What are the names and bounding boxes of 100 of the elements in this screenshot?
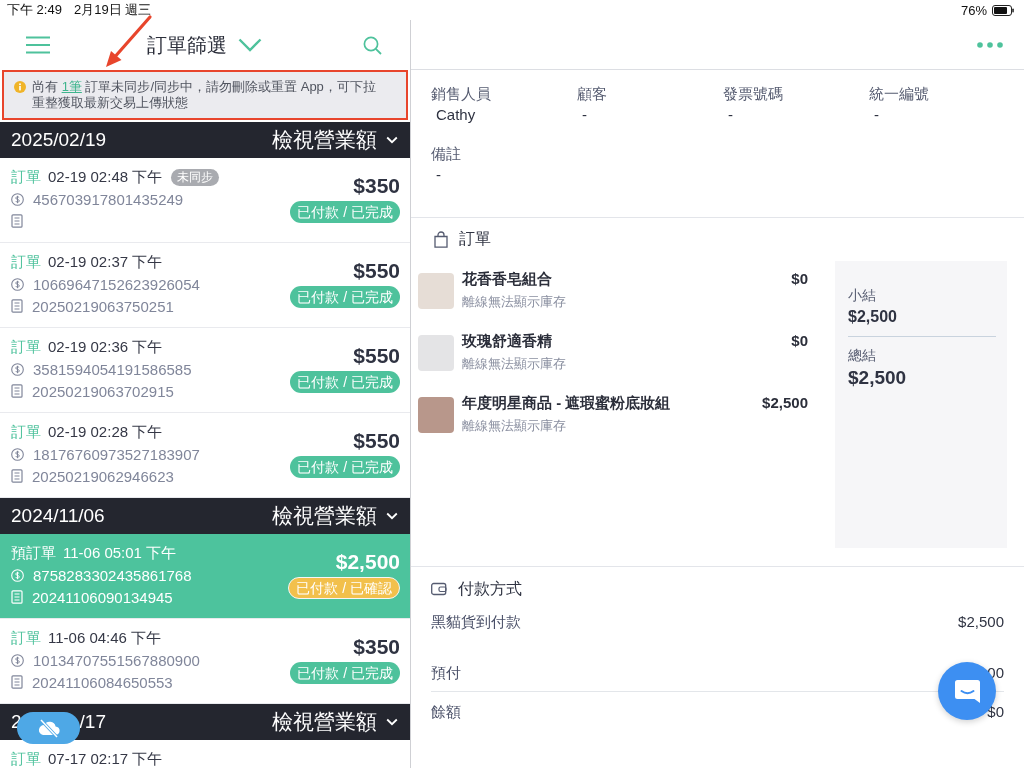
order-amount: $2,500	[335, 549, 400, 575]
invoice-number: 20250219063702915	[32, 382, 174, 400]
order-time: 02-19 02:28 下午	[48, 422, 163, 442]
order-type: 訂單	[11, 252, 41, 272]
payment-number: 18176760973527183907	[33, 445, 200, 463]
sales-summary-button[interactable]: 檢視營業額	[272, 708, 398, 736]
filter-dropdown[interactable]: 訂單篩選	[146, 31, 262, 59]
info-icon	[14, 81, 26, 93]
menu-icon[interactable]	[26, 36, 50, 54]
sales-summary-button[interactable]: 檢視營業額	[272, 502, 398, 530]
payment-label: 預付	[431, 663, 461, 683]
field-label: 發票號碼	[723, 84, 783, 104]
document-icon	[11, 214, 23, 228]
product-price: $0	[791, 331, 808, 351]
field-value: -	[873, 105, 879, 125]
payment-status-tag: 已付款 / 已完成	[290, 456, 400, 478]
payment-number: 10669647152623926054	[33, 275, 200, 293]
notice-text: 尚有 1筆 訂單未同步/同步中，請勿刪除或重置 App，可下拉重整獲取最新交易上傳狀態	[32, 79, 377, 111]
invoice-number: 20241106084650553	[32, 673, 173, 691]
section-title: 付款方式	[458, 578, 522, 599]
document-icon	[11, 590, 23, 604]
payment-number: 456703917801435249	[33, 190, 184, 208]
photo-placeholder	[418, 397, 454, 433]
wallet-icon	[431, 582, 447, 596]
chevron-down-icon	[386, 136, 398, 144]
order-time: 11-06 04:46 下午	[48, 628, 162, 648]
order-time: 02-19 02:36 下午	[48, 337, 163, 357]
field-label: 備註	[431, 144, 461, 164]
payment-status-tag: 已付款 / 已確認	[288, 577, 400, 599]
sync-status-tag: 未同步	[171, 168, 220, 186]
product-price: $2,500	[762, 393, 808, 413]
field-value: Cathy	[435, 105, 476, 125]
stock-note: 離線無法顯示庫存	[462, 355, 566, 373]
battery-icon	[992, 4, 1014, 16]
order-amount: $550	[353, 428, 400, 454]
order-type: 訂單	[11, 749, 41, 768]
battery-percent: 76%	[960, 2, 987, 18]
section-title: 訂單	[459, 228, 491, 249]
shopping-bag-icon	[434, 230, 448, 248]
order-amount: $350	[353, 173, 400, 199]
dollar-circle-icon	[11, 447, 24, 461]
dollar-circle-icon	[11, 568, 24, 582]
payment-label: 餘額	[431, 702, 461, 722]
order-time: 02-19 02:48 下午	[48, 167, 163, 187]
chat-bubble-icon	[953, 678, 981, 704]
more-icon[interactable]	[977, 41, 1003, 48]
payment-status-tag: 已付款 / 已完成	[290, 286, 400, 308]
stock-note: 離線無法顯示庫存	[462, 417, 566, 435]
payment-value: $2,500	[958, 612, 1004, 632]
payment-status-tag: 已付款 / 已完成	[290, 371, 400, 393]
order-amount: $350	[353, 634, 400, 660]
status-date: 2月19日 週三	[73, 1, 152, 19]
photo-placeholder	[418, 335, 454, 371]
chevron-down-icon	[386, 512, 398, 520]
document-icon	[11, 675, 23, 689]
stock-note: 離線無法顯示庫存	[462, 293, 566, 311]
photo-placeholder	[418, 273, 454, 309]
status-time: 下午 2:49	[7, 1, 62, 19]
order-type: 訂單	[11, 167, 41, 187]
sales-summary-button[interactable]: 檢視營業額	[272, 126, 398, 154]
dollar-circle-icon	[11, 277, 24, 291]
order-type: 訂單	[11, 337, 41, 357]
summary-value: $2,500	[848, 307, 897, 327]
chevron-down-icon	[386, 718, 398, 726]
invoice-number: 20250219062946623	[32, 467, 174, 485]
summary-label: 總結	[848, 346, 876, 365]
order-type: 訂單	[11, 628, 41, 648]
order-time: 11-06 05:01 下午	[63, 543, 177, 563]
invoice-number: 20241106090134945	[32, 588, 173, 606]
field-label: 銷售人員	[431, 84, 491, 104]
dollar-circle-icon	[11, 362, 24, 376]
document-icon	[11, 384, 23, 398]
product-name: 年度明星商品 - 遮瑕蜜粉底妝組	[462, 393, 671, 413]
document-icon	[11, 299, 23, 313]
product-price: $0	[791, 269, 808, 289]
chevron-down-icon	[237, 38, 262, 52]
payment-number: 8758283302435861768	[33, 566, 192, 584]
order-amount: $550	[353, 258, 400, 284]
search-icon[interactable]	[363, 35, 382, 55]
field-value: -	[581, 105, 587, 125]
dollar-circle-icon	[11, 192, 24, 206]
field-label: 顧客	[577, 84, 607, 104]
dollar-circle-icon	[11, 653, 24, 667]
order-time: 07-17 02:17 下午	[48, 749, 163, 768]
payment-status-tag: 已付款 / 已完成	[290, 201, 400, 223]
payment-number: 3581594054191586585	[33, 360, 192, 378]
product-name: 花香香皂組合	[462, 269, 552, 289]
field-value: -	[435, 165, 441, 185]
order-type: 預訂單	[11, 543, 56, 563]
order-type: 訂單	[11, 422, 41, 442]
order-amount: $550	[353, 343, 400, 369]
payment-number: 10134707551567880900	[33, 651, 200, 669]
order-time: 02-19 02:37 下午	[48, 252, 163, 272]
invoice-number: 20250219063750251	[32, 297, 174, 315]
date-label: /17	[79, 711, 106, 733]
date-label: 2024/11/06	[11, 505, 105, 527]
document-icon	[11, 469, 23, 483]
product-name: 玫瑰舒適香精	[462, 331, 552, 351]
summary-value: $2,500	[848, 366, 907, 390]
date-label: 2025/02/19	[11, 129, 107, 151]
